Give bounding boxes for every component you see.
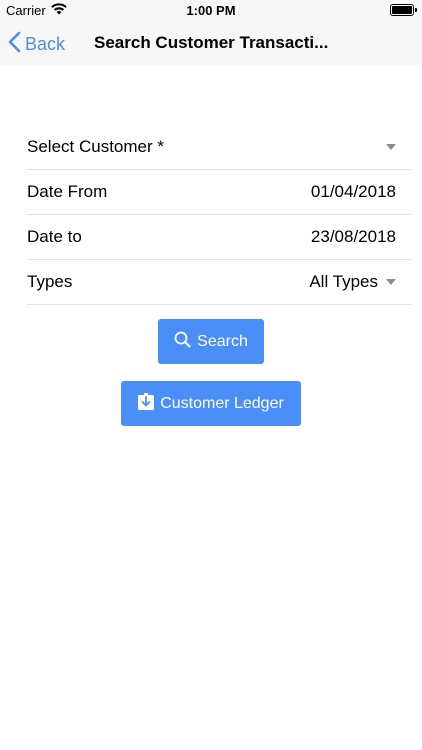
search-icon bbox=[174, 331, 191, 353]
types-value: All Types bbox=[309, 272, 378, 291]
caret-down-icon bbox=[386, 144, 396, 150]
search-button[interactable]: Search bbox=[158, 319, 264, 364]
caret-down-icon bbox=[386, 279, 396, 285]
types-dropdown[interactable]: All Types bbox=[309, 272, 412, 292]
status-bar: Carrier 1:00 PM bbox=[0, 0, 422, 22]
page-title: Search Customer Transacti... bbox=[94, 33, 329, 52]
customer-ledger-button[interactable]: Customer Ledger bbox=[121, 381, 301, 426]
back-label: Back bbox=[25, 34, 66, 54]
customer-select[interactable]: Select Customer * bbox=[27, 125, 412, 170]
battery-icon bbox=[390, 4, 417, 16]
navigation-bar: Back Search Customer Transacti... bbox=[0, 22, 422, 65]
types-label: Types bbox=[27, 272, 73, 291]
date-from-value[interactable]: 01/04/2018 bbox=[311, 182, 412, 202]
customer-ledger-label: Customer Ledger bbox=[160, 394, 284, 412]
search-form: Select Customer * Date From 01/04/2018 D… bbox=[27, 125, 412, 305]
search-button-label: Search bbox=[197, 332, 248, 350]
status-time: 1:00 PM bbox=[186, 3, 236, 18]
date-from-label: Date From bbox=[27, 182, 108, 201]
date-to-label: Date to bbox=[27, 227, 82, 246]
download-icon bbox=[138, 392, 155, 415]
types-select[interactable]: Types All Types bbox=[27, 260, 412, 305]
date-to-row[interactable]: Date to 23/08/2018 bbox=[27, 215, 412, 260]
date-to-value[interactable]: 23/08/2018 bbox=[311, 227, 412, 247]
back-button[interactable]: Back bbox=[8, 31, 65, 58]
date-from-row[interactable]: Date From 01/04/2018 bbox=[27, 170, 412, 215]
customer-label: Select Customer * bbox=[27, 137, 164, 156]
customer-dropdown[interactable] bbox=[386, 144, 412, 150]
chevron-left-icon bbox=[8, 31, 21, 58]
